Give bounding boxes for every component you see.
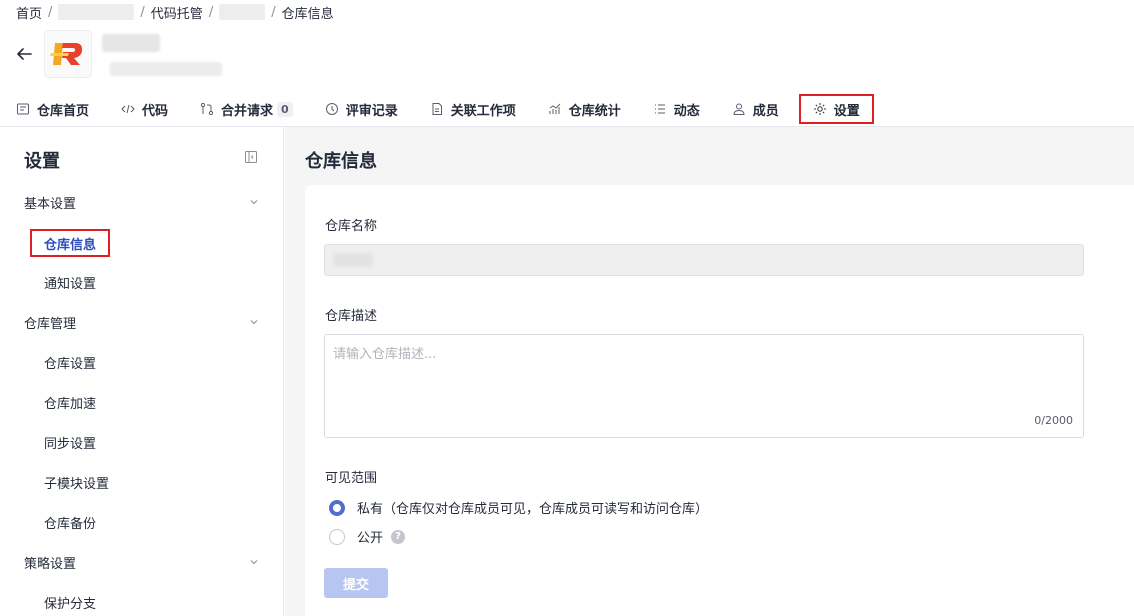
chevron-down-icon xyxy=(250,560,258,565)
tab-label: 合并请求 xyxy=(221,103,274,119)
repo-info-form: 仓库名称 仓库描述 0/2000 可见范围 私有（仓库仅对仓库成员可见，仓库成员… xyxy=(305,185,1134,616)
sidebar-item-notification-settings[interactable]: 通知设置 xyxy=(44,272,96,292)
sidebar-item-repo-acceleration[interactable]: 仓库加速 xyxy=(44,392,96,412)
repo-logo xyxy=(44,30,92,78)
repo-name-input xyxy=(324,244,1084,276)
visibility-private-option[interactable]: 私有（仓库仅对仓库成员可见，仓库成员可读写和访问仓库） xyxy=(329,498,708,517)
sidebar-item-label: 仓库加速 xyxy=(44,396,97,412)
help-icon[interactable]: ? xyxy=(391,529,406,544)
sidebar-group-label: 基本设置 xyxy=(24,196,77,212)
repo-desc-textarea[interactable] xyxy=(325,335,1083,437)
page-title: 仓库信息 xyxy=(305,151,377,172)
stats-icon xyxy=(548,102,562,116)
activity-icon xyxy=(653,102,667,116)
sidebar-item-repo-info[interactable]: 仓库信息 xyxy=(30,229,111,257)
breadcrumb-separator: / xyxy=(208,4,214,20)
breadcrumb-separator: / xyxy=(48,4,53,20)
breadcrumb-separator: / xyxy=(140,4,145,20)
gear-icon xyxy=(813,102,827,116)
visibility-label: 可见范围 xyxy=(325,471,378,486)
breadcrumb-blurred-repo[interactable] xyxy=(219,4,266,20)
tab-review-records[interactable]: 评审记录 xyxy=(309,92,414,126)
sidebar-item-submodule-settings[interactable]: 子模块设置 xyxy=(44,472,109,492)
sidebar-item-repo-backup[interactable]: 仓库备份 xyxy=(44,512,96,532)
repo-logo-icon xyxy=(50,43,83,65)
tab-label: 成员 xyxy=(752,103,779,119)
main-content: 仓库信息 仓库名称 仓库描述 0/2000 可见范围 私有（仓库仅对仓库成员可见… xyxy=(285,127,1134,616)
back-button[interactable] xyxy=(12,42,36,66)
breadcrumb-home[interactable]: 首页 xyxy=(16,3,42,22)
chevron-down-icon xyxy=(250,320,258,325)
tab-merge-requests[interactable]: 合并请求 0 xyxy=(184,92,309,126)
repo-desc-field: 0/2000 xyxy=(324,334,1084,438)
tab-label: 仓库统计 xyxy=(568,103,621,119)
sidebar-group-label: 策略设置 xyxy=(24,556,77,572)
sidebar-item-label: 同步设置 xyxy=(44,436,97,452)
radio-private[interactable] xyxy=(329,499,345,516)
sidebar-item-label: 子模块设置 xyxy=(44,476,110,492)
repo-name-label: 仓库名称 xyxy=(325,219,378,234)
tab-label: 评审记录 xyxy=(345,103,398,119)
sidebar-item-label: 通知设置 xyxy=(44,276,97,292)
work-item-icon xyxy=(430,102,444,116)
members-icon xyxy=(732,102,746,116)
repo-name-blurred-value xyxy=(333,253,373,267)
sidebar-group-label: 仓库管理 xyxy=(24,316,77,332)
review-icon xyxy=(325,102,339,116)
sidebar-group-policy-settings[interactable]: 策略设置 xyxy=(24,552,260,572)
breadcrumb-separator: / xyxy=(271,4,276,20)
sidebar-item-repo-settings[interactable]: 仓库设置 xyxy=(44,352,96,372)
merge-request-icon xyxy=(200,102,214,116)
repo-tabs: 仓库首页 代码 合并请求 0 评审记录 关联工作项 仓库统计 动态 成员 设置 xyxy=(0,92,874,126)
visibility-private-label: 私有（仓库仅对仓库成员可见，仓库成员可读写和访问仓库） xyxy=(357,502,709,517)
repo-name-blurred xyxy=(102,34,160,52)
sidebar-collapse-icon[interactable] xyxy=(244,150,260,166)
sidebar-item-label: 仓库备份 xyxy=(44,516,97,532)
repo-desc-label: 仓库描述 xyxy=(325,309,378,324)
char-counter: 0/2000 xyxy=(1034,414,1073,427)
radio-public[interactable] xyxy=(329,528,345,545)
tab-members[interactable]: 成员 xyxy=(716,92,795,126)
sidebar-item-label: 仓库设置 xyxy=(44,356,97,372)
breadcrumb-code-hosting[interactable]: 代码托管 xyxy=(151,3,203,22)
chevron-down-icon xyxy=(250,200,258,205)
repo-subtitle-blurred xyxy=(110,62,222,76)
tab-activity[interactable]: 动态 xyxy=(637,92,716,126)
sidebar-item-protected-branches[interactable]: 保护分支 xyxy=(44,592,96,612)
submit-button[interactable]: 提交 xyxy=(324,568,388,598)
visibility-public-option[interactable]: 公开 ? xyxy=(329,527,406,546)
sidebar-item-label: 保护分支 xyxy=(44,596,97,612)
tab-label: 关联工作项 xyxy=(450,103,516,119)
sidebar-item-label: 仓库信息 xyxy=(44,237,97,253)
tab-code[interactable]: 代码 xyxy=(105,92,184,126)
arrow-left-icon xyxy=(17,48,32,60)
tab-label: 动态 xyxy=(673,103,700,119)
sidebar-title: 设置 xyxy=(24,151,60,172)
sidebar-group-repo-management[interactable]: 仓库管理 xyxy=(24,312,260,332)
visibility-public-label: 公开 xyxy=(357,531,384,546)
tab-linked-work-items[interactable]: 关联工作项 xyxy=(414,92,532,126)
breadcrumb: 首页 / / 代码托管 / / 仓库信息 xyxy=(16,3,334,22)
code-icon xyxy=(121,102,135,116)
sidebar-item-sync-settings[interactable]: 同步设置 xyxy=(44,432,96,452)
tab-label: 仓库首页 xyxy=(37,103,90,119)
tab-repo-home[interactable]: 仓库首页 xyxy=(0,92,105,126)
sidebar-group-basic-settings[interactable]: 基本设置 xyxy=(24,192,260,212)
tab-repo-stats[interactable]: 仓库统计 xyxy=(532,92,637,126)
tab-label: 代码 xyxy=(142,103,169,119)
repo-home-icon xyxy=(16,102,30,116)
breadcrumb-current: 仓库信息 xyxy=(281,6,334,22)
tab-settings[interactable]: 设置 xyxy=(798,94,874,124)
breadcrumb-blurred-project[interactable] xyxy=(58,4,135,20)
settings-sidebar: 设置 基本设置 仓库信息 通知设置 仓库管理 仓库设置 仓库加速 同步设置 子模… xyxy=(0,127,284,616)
tab-label: 设置 xyxy=(833,103,860,119)
merge-request-count-badge: 0 xyxy=(277,101,293,117)
